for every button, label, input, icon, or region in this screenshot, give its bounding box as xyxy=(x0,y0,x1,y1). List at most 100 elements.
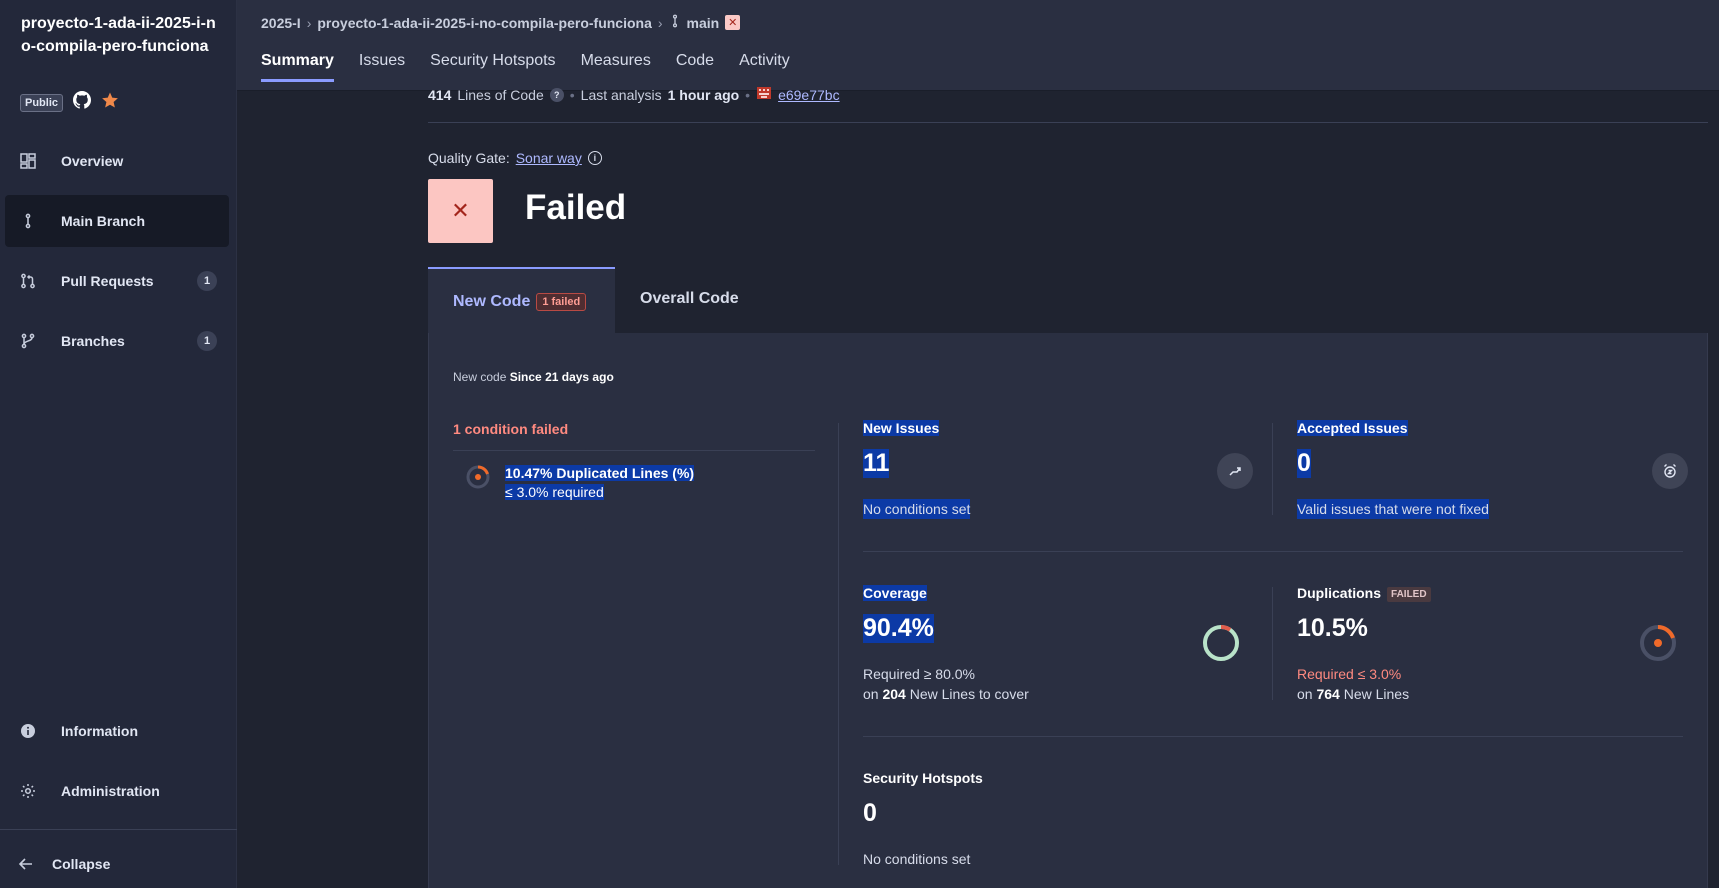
security-hotspots-title: Security Hotspots xyxy=(863,770,983,786)
tab-summary[interactable]: Summary xyxy=(261,52,334,82)
info-icon[interactable]: i xyxy=(587,151,602,165)
breadcrumb-project[interactable]: proyecto-1-ada-ii-2025-i-no-compila-pero… xyxy=(317,15,651,31)
star-icon[interactable] xyxy=(101,91,119,114)
sidebar: proyecto-1-ada-ii-2025-i-no-compila-pero… xyxy=(0,0,237,888)
duplication-gauge-icon xyxy=(465,464,491,495)
collapse-button[interactable]: Collapse xyxy=(5,838,229,888)
tab-activity[interactable]: Activity xyxy=(739,52,790,80)
duplications-value[interactable]: 10.5% xyxy=(1297,614,1368,643)
new-code-period: New code Since 21 days ago xyxy=(453,370,614,384)
tab-new-code[interactable]: New Code 1 failed xyxy=(428,267,615,335)
tab-code[interactable]: Code xyxy=(676,52,714,80)
sidebar-item-label: Administration xyxy=(61,783,160,799)
sidebar-item-pull-requests[interactable]: Pull Requests 1 xyxy=(5,255,229,307)
sidebar-item-label: Information xyxy=(61,723,138,739)
tab-overall-code[interactable]: Overall Code xyxy=(640,290,739,308)
tab-measures[interactable]: Measures xyxy=(581,52,651,80)
trend-arrow-icon[interactable] xyxy=(1217,453,1253,489)
duplications-required: Required ≤ 3.0% xyxy=(1297,666,1402,682)
divider xyxy=(1272,587,1273,700)
failed-condition[interactable]: 10.47% Duplicated Lines (%) ≤ 3.0% requi… xyxy=(505,464,695,502)
coverage-required: Required ≥ 80.0% xyxy=(863,666,975,682)
tab-issues[interactable]: Issues xyxy=(359,52,405,80)
conditions-failed-title: 1 condition failed xyxy=(453,421,569,437)
breadcrumb-org[interactable]: 2025-I xyxy=(261,15,301,31)
sidebar-item-label: Main Branch xyxy=(61,213,146,229)
branches-icon xyxy=(19,332,37,350)
sidebar-item-label: Overview xyxy=(61,153,124,169)
tab-new-code-label: New Code xyxy=(453,293,531,310)
quality-gate-label: Quality Gate: Sonar way i xyxy=(428,150,602,166)
analysis-label: Last analysis xyxy=(580,86,662,103)
breadcrumb: 2025-I › proyecto-1-ada-ii-2025-i-no-com… xyxy=(261,14,741,31)
help-icon[interactable]: ? xyxy=(549,87,564,102)
analysis-time: 1 hour ago xyxy=(667,86,740,103)
commit-icon xyxy=(756,86,772,103)
duplications-details: Required ≤ 3.0% on 764 New Lines xyxy=(1297,664,1409,704)
coverage-details: Required ≥ 80.0% on 204 New Lines to cov… xyxy=(863,664,1029,704)
project-meta: Public xyxy=(20,91,119,114)
divider xyxy=(838,423,839,865)
sidebar-item-administration[interactable]: Administration xyxy=(5,765,229,817)
sidebar-divider xyxy=(0,829,237,830)
project-name[interactable]: proyecto-1-ada-ii-2025-i-no-compila-pero… xyxy=(21,12,221,58)
new-issues-title: New Issues xyxy=(863,420,940,436)
analysis-meta: 414 Lines of Code ? • Last analysis 1 ho… xyxy=(428,86,840,103)
info-icon xyxy=(19,722,37,740)
divider xyxy=(863,736,1683,737)
breadcrumb-branch[interactable]: main xyxy=(687,15,720,31)
divider xyxy=(428,122,1708,123)
coverage-lines-count[interactable]: 204 xyxy=(882,686,905,702)
accepted-issues-sub: Valid issues that were not fixed xyxy=(1297,499,1489,519)
alarm-clock-icon[interactable] xyxy=(1652,453,1688,489)
chevron-right-icon: › xyxy=(657,14,663,31)
github-icon[interactable] xyxy=(73,91,92,114)
quality-gate-link[interactable]: Sonar way xyxy=(516,150,582,166)
quality-gate-status: Failed xyxy=(525,188,627,227)
quality-gate-caption: Quality Gate: xyxy=(428,150,510,166)
accepted-issues-title: Accepted Issues xyxy=(1297,420,1408,436)
project-tabs: Summary Issues Security Hotspots Measure… xyxy=(261,52,790,82)
duplications-lines-count[interactable]: 764 xyxy=(1316,686,1339,702)
new-issues-value[interactable]: 11 xyxy=(863,449,890,478)
tab-security-hotspots[interactable]: Security Hotspots xyxy=(430,52,555,80)
new-issues-sub: No conditions set xyxy=(863,499,971,519)
security-hotspots-value[interactable]: 0 xyxy=(863,799,877,828)
sidebar-item-information[interactable]: Information xyxy=(5,705,229,757)
duplications-lines-suffix: New Lines xyxy=(1343,686,1410,702)
new-code-label: New code xyxy=(453,370,507,384)
duplications-lines-prefix: on xyxy=(1297,686,1313,702)
branch-icon xyxy=(19,212,37,230)
divider xyxy=(1272,423,1273,515)
branch-icon xyxy=(669,14,681,31)
duplications-failed-badge: FAILED xyxy=(1387,586,1431,602)
loc-value: 414 xyxy=(428,86,452,103)
chevron-right-icon: › xyxy=(306,14,312,31)
new-code-panel xyxy=(428,333,1708,888)
loc-label: Lines of Code xyxy=(457,86,544,103)
collapse-label: Collapse xyxy=(52,856,111,872)
security-hotspots-sub: No conditions set xyxy=(863,851,971,867)
sidebar-item-overview[interactable]: Overview xyxy=(5,135,229,187)
separator-dot: • xyxy=(569,86,575,103)
coverage-title: Coverage xyxy=(863,585,927,601)
failed-count-badge: 1 failed xyxy=(536,293,587,311)
accepted-issues-value[interactable]: 0 xyxy=(1297,449,1311,478)
coverage-donut-icon xyxy=(1202,624,1240,667)
coverage-value[interactable]: 90.4% xyxy=(863,614,934,643)
coverage-lines-prefix: on xyxy=(863,686,879,702)
new-code-since: Since 21 days ago xyxy=(509,370,614,384)
commit-link[interactable]: e69e77bc xyxy=(778,87,840,103)
sidebar-item-main-branch[interactable]: Main Branch xyxy=(5,195,229,247)
pull-request-icon xyxy=(19,272,37,290)
visibility-badge: Public xyxy=(20,93,64,112)
divider xyxy=(863,551,1683,552)
condition-value: 10.47% Duplicated Lines (%) xyxy=(505,465,695,481)
duplications-title: Duplications FAILED xyxy=(1297,585,1431,602)
sidebar-item-branches[interactable]: Branches 1 xyxy=(5,315,229,367)
gear-icon xyxy=(19,782,37,800)
divider xyxy=(453,450,815,451)
condition-required: ≤ 3.0% required xyxy=(505,484,604,500)
duplications-title-text: Duplications xyxy=(1297,585,1382,601)
duplication-gauge-icon xyxy=(1639,624,1677,667)
